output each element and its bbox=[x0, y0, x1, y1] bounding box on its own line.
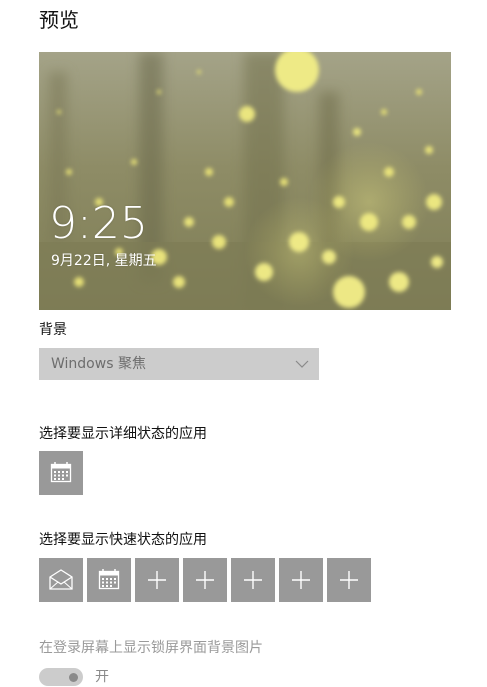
quick-status-add-button-2[interactable] bbox=[183, 558, 227, 602]
quick-status-add-button-3[interactable] bbox=[231, 558, 275, 602]
quick-status-app-calendar[interactable] bbox=[87, 558, 131, 602]
toggle-knob bbox=[69, 673, 78, 682]
signin-background-label: 在登录屏幕上显示锁屏界面背景图片 bbox=[39, 640, 263, 656]
calendar-icon bbox=[50, 462, 72, 483]
lock-screen-date: 9月22日, 星期五 bbox=[51, 253, 157, 269]
lock-screen-preview: 9:25 9月22日, 星期五 bbox=[39, 52, 451, 310]
page-title: 预览 bbox=[39, 8, 79, 32]
calendar-icon bbox=[98, 569, 120, 590]
background-dropdown-value: Windows 聚焦 bbox=[51, 356, 146, 372]
lock-screen-background-image bbox=[39, 52, 451, 310]
background-label: 背景 bbox=[39, 322, 67, 338]
plus-icon bbox=[340, 571, 358, 589]
detailed-status-label: 选择要显示详细状态的应用 bbox=[39, 426, 207, 442]
plus-icon bbox=[148, 571, 166, 589]
lock-screen-time: 9:25 bbox=[49, 198, 148, 249]
chevron-down-icon bbox=[295, 360, 309, 368]
mail-icon bbox=[49, 569, 73, 590]
quick-status-add-button-1[interactable] bbox=[135, 558, 179, 602]
plus-icon bbox=[196, 571, 214, 589]
background-dropdown[interactable]: Windows 聚焦 bbox=[39, 348, 319, 380]
signin-background-toggle-state: 开 bbox=[95, 669, 109, 685]
quick-status-app-mail[interactable] bbox=[39, 558, 83, 602]
quick-status-label: 选择要显示快速状态的应用 bbox=[39, 532, 207, 548]
quick-status-add-button-4[interactable] bbox=[279, 558, 323, 602]
signin-background-toggle[interactable] bbox=[39, 668, 83, 686]
plus-icon bbox=[244, 571, 262, 589]
detailed-status-app-calendar[interactable] bbox=[39, 451, 83, 495]
quick-status-add-button-5[interactable] bbox=[327, 558, 371, 602]
plus-icon bbox=[292, 571, 310, 589]
